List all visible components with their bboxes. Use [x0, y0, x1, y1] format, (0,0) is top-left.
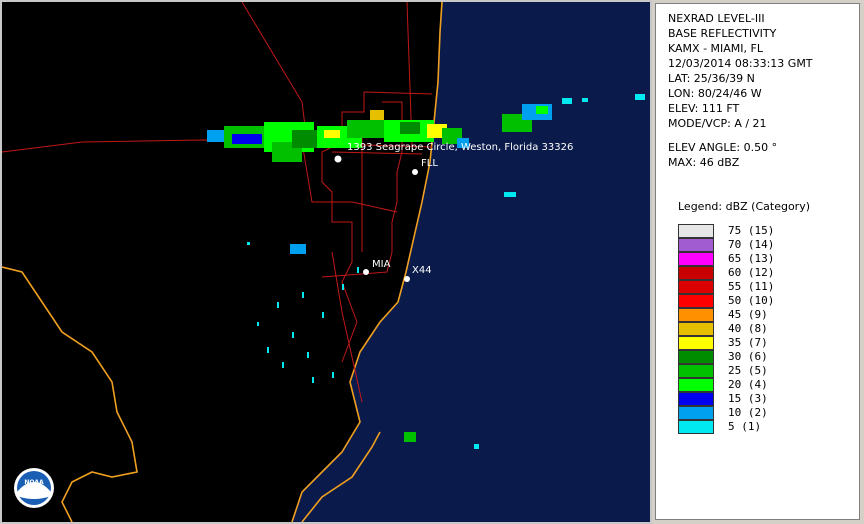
station-elev: ELEV: 111 FT — [668, 102, 740, 115]
legend-swatch — [678, 266, 714, 280]
svg-text:NOAA: NOAA — [24, 479, 44, 486]
legend-item: 40 (8) — [678, 322, 848, 336]
noaa-logo: NOAA — [14, 468, 54, 508]
legend-swatch — [678, 238, 714, 252]
legend-item: 50 (10) — [678, 294, 848, 308]
city-label-fll: FLL — [421, 158, 438, 169]
legend-label: 75 (15) — [728, 224, 775, 237]
legend-item: 55 (11) — [678, 280, 848, 294]
legend-label: 70 (14) — [728, 238, 775, 251]
legend-item: 15 (3) — [678, 392, 848, 406]
legend-item: 30 (6) — [678, 350, 848, 364]
legend-swatch — [678, 420, 714, 434]
legend-item: 45 (9) — [678, 308, 848, 322]
legend-swatch — [678, 224, 714, 238]
elev-angle: ELEV ANGLE: 0.50 ° — [668, 141, 778, 154]
legend-swatch — [678, 392, 714, 406]
station-name: KAMX - MIAMI, FL — [668, 42, 763, 55]
legend-label: 50 (10) — [728, 294, 775, 307]
city-marker-x44[interactable] — [404, 276, 410, 282]
legend-label: 5 (1) — [728, 420, 762, 433]
legend-title: Legend: dBZ (Category) — [678, 200, 810, 213]
legend-item: 25 (5) — [678, 364, 848, 378]
legend-item: 5 (1) — [678, 420, 848, 434]
legend-label: 25 (5) — [728, 364, 768, 377]
city-label-x44: X44 — [412, 265, 432, 276]
legend-swatch — [678, 308, 714, 322]
address-marker[interactable] — [334, 155, 342, 163]
legend-label: 10 (2) — [728, 406, 768, 419]
station-lon: LON: 80/24/46 W — [668, 87, 762, 100]
radar-map[interactable]: 1393 Seagrape Circle, Weston, Florida 33… — [0, 0, 652, 524]
scan-datetime: 12/03/2014 08:33:13 GMT — [668, 57, 813, 70]
legend-item: 20 (4) — [678, 378, 848, 392]
legend-label: 55 (11) — [728, 280, 775, 293]
legend-swatch — [678, 336, 714, 350]
legend-swatch — [678, 364, 714, 378]
legend-label: 45 (9) — [728, 308, 768, 321]
legend-label: 60 (12) — [728, 266, 775, 279]
legend-swatch — [678, 406, 714, 420]
legend-label: 15 (3) — [728, 392, 768, 405]
radar-viewer: 1393 Seagrape Circle, Weston, Florida 33… — [0, 0, 864, 524]
legend-swatch — [678, 322, 714, 336]
legend-item: 60 (12) — [678, 266, 848, 280]
legend-swatch — [678, 378, 714, 392]
legend-item: 70 (14) — [678, 238, 848, 252]
legend-item: 10 (2) — [678, 406, 848, 420]
legend-swatch — [678, 252, 714, 266]
legend-label: 65 (13) — [728, 252, 775, 265]
station-lat: LAT: 25/36/39 N — [668, 72, 755, 85]
mode-vcp: MODE/VCP: A / 21 — [668, 117, 767, 130]
legend-item: 65 (13) — [678, 252, 848, 266]
address-label: 1393 Seagrape Circle, Weston, Florida 33… — [347, 142, 573, 153]
legend-swatch — [678, 294, 714, 308]
legend-label: 40 (8) — [728, 322, 768, 335]
max-dbz: MAX: 46 dBZ — [668, 156, 740, 169]
info-panel: NEXRAD LEVEL-III BASE REFLECTIVITY KAMX … — [655, 3, 860, 520]
product-name: NEXRAD LEVEL-III — [668, 12, 765, 25]
legend-swatch — [678, 280, 714, 294]
legend-label: 35 (7) — [728, 336, 768, 349]
city-label-mia: MIA — [372, 259, 391, 270]
legend-label: 20 (4) — [728, 378, 768, 391]
legend-item: 75 (15) — [678, 224, 848, 238]
radar-map-canvas[interactable]: 1393 Seagrape Circle, Weston, Florida 33… — [2, 2, 650, 522]
legend-swatch — [678, 350, 714, 364]
city-marker-fll[interactable] — [412, 169, 418, 175]
product-type: BASE REFLECTIVITY — [668, 27, 777, 40]
legend-label: 30 (6) — [728, 350, 768, 363]
legend-item: 35 (7) — [678, 336, 848, 350]
city-marker-mia[interactable] — [363, 269, 369, 275]
